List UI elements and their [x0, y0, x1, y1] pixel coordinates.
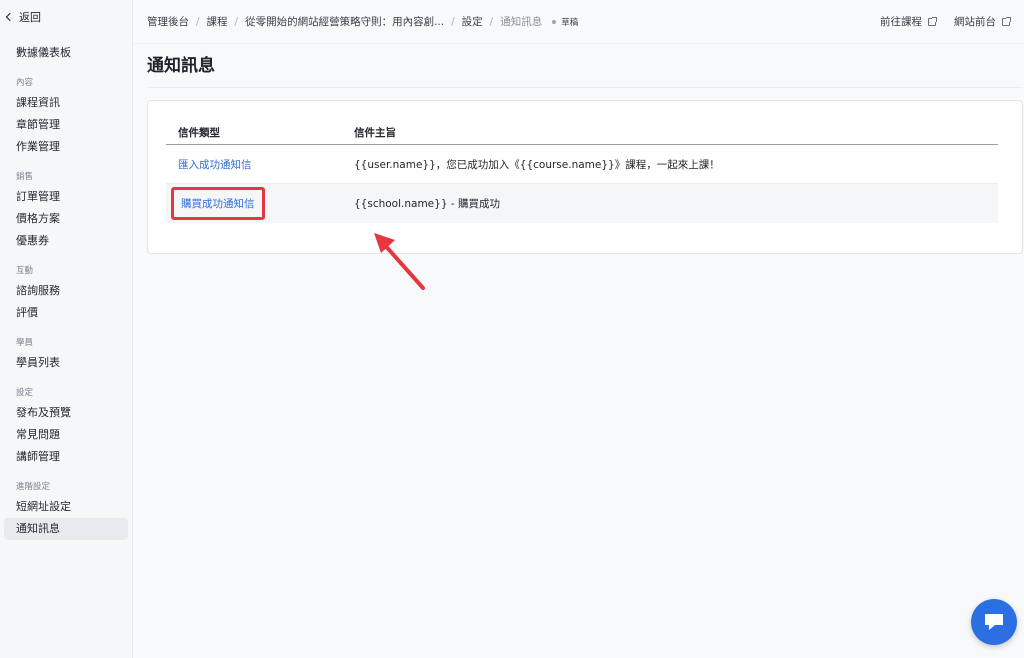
- title-divider: [147, 87, 1022, 88]
- status-badge: 草稿: [552, 16, 578, 28]
- main-content: 管理後台 / 課程 / 從零開始的網站經營策略守則：用內容創... / 設定 /…: [133, 0, 1024, 658]
- sidebar-item-course-info[interactable]: 課程資訊: [4, 92, 128, 114]
- sidebar-section-students: 學員: [16, 338, 34, 348]
- table-header: 信件類型 信件主旨: [166, 121, 998, 145]
- external-link-icon: [1002, 16, 1011, 26]
- sidebar-item-coupons[interactable]: 優惠券: [4, 230, 128, 252]
- app: 返回 數據儀表板 內容 課程資訊 章節管理 作業管理 銷售 訂單管理 價格方案 …: [0, 0, 1024, 658]
- breadcrumb-separator: /: [234, 15, 239, 28]
- sidebar-item-assignments[interactable]: 作業管理: [4, 136, 128, 158]
- arrow-icon: [374, 233, 425, 290]
- page-title: 通知訊息: [147, 56, 215, 76]
- go-to-course-label: 前往課程: [880, 16, 922, 28]
- breadcrumb-current: 通知訊息: [500, 16, 543, 28]
- table-row: 匯入成功通知信 {{user.name}}，您已成功加入《{{course.na…: [166, 145, 998, 184]
- notification-table: 信件類型 信件主旨 匯入成功通知信 {{user.name}}，您已成功加入《{…: [166, 121, 998, 223]
- breadcrumb-separator: /: [196, 15, 200, 28]
- sidebar-section-settings: 設定: [16, 388, 34, 398]
- breadcrumb-settings[interactable]: 設定: [462, 14, 483, 29]
- status-dot-icon: [552, 19, 557, 24]
- breadcrumb-separator: /: [451, 15, 455, 28]
- highlight-box: 購買成功通知信: [171, 187, 265, 220]
- sidebar-nav: 數據儀表板 內容 課程資訊 章節管理 作業管理 銷售 訂單管理 價格方案 優惠券…: [0, 42, 132, 540]
- sidebar-section-sales: 銷售: [16, 172, 34, 182]
- row-subject-cell: {{user.name}}，您已成功加入《{{course.name}}》課程，…: [354, 158, 720, 171]
- sidebar-item-consulting[interactable]: 諮詢服務: [4, 280, 128, 302]
- chat-bubble-icon: [985, 614, 1003, 630]
- site-frontend-label: 網站前台: [954, 16, 996, 28]
- back-label: 返回: [19, 11, 41, 24]
- top-bar: 管理後台 / 課程 / 從零開始的網站經營策略守則：用內容創... / 設定 /…: [133, 0, 1024, 44]
- sidebar-item-instructors[interactable]: 講師管理: [4, 446, 128, 468]
- sidebar-section-content: 內容: [16, 78, 34, 88]
- purchase-success-mail-link[interactable]: 購買成功通知信: [181, 198, 255, 210]
- breadcrumb-admin[interactable]: 管理後台: [147, 14, 189, 29]
- sidebar-item-notifications[interactable]: 通知訊息: [4, 518, 128, 540]
- row-type-cell: 購買成功通知信: [166, 187, 354, 220]
- sidebar-item-orders[interactable]: 訂單管理: [4, 186, 128, 208]
- sidebar-section-advanced: 進階設定: [16, 482, 51, 492]
- notification-card: 信件類型 信件主旨 匯入成功通知信 {{user.name}}，您已成功加入《{…: [147, 100, 1023, 254]
- header-mail-subject: 信件主旨: [354, 127, 396, 139]
- sidebar-item-faq[interactable]: 常見問題: [4, 424, 128, 446]
- go-to-course-link[interactable]: 前往課程: [880, 14, 937, 29]
- row-type-cell: 匯入成功通知信: [166, 157, 354, 172]
- table-row: 購買成功通知信 {{school.name}} - 購買成功: [166, 184, 998, 223]
- breadcrumb-course-name[interactable]: 從零開始的網站經營策略守則：用內容創...: [245, 14, 444, 29]
- back-button[interactable]: 返回: [0, 8, 132, 26]
- sidebar-item-publish[interactable]: 發布及預覽: [4, 402, 128, 424]
- top-links: 前往課程 網站前台: [880, 14, 1011, 29]
- status-label: 草稿: [561, 17, 579, 28]
- row-subject-cell: {{school.name}} - 購買成功: [354, 198, 500, 210]
- sidebar-item-student-list[interactable]: 學員列表: [4, 352, 128, 374]
- sidebar-item-short-url[interactable]: 短網址設定: [4, 496, 128, 518]
- site-frontend-link[interactable]: 網站前台: [954, 14, 1011, 29]
- sidebar-item-dashboard[interactable]: 數據儀表板: [4, 42, 128, 64]
- breadcrumb-separator: /: [489, 15, 494, 28]
- sidebar: 返回 數據儀表板 內容 課程資訊 章節管理 作業管理 銷售 訂單管理 價格方案 …: [0, 0, 133, 658]
- sidebar-item-reviews[interactable]: 評價: [4, 302, 128, 324]
- sidebar-section-interaction: 互動: [16, 266, 34, 276]
- import-success-mail-link[interactable]: 匯入成功通知信: [178, 159, 252, 171]
- breadcrumb: 管理後台 / 課程 / 從零開始的網站經營策略守則：用內容創... / 設定 /…: [147, 14, 578, 29]
- sidebar-item-chapters[interactable]: 章節管理: [4, 114, 128, 136]
- chevron-left-icon: [5, 12, 15, 22]
- breadcrumb-courses[interactable]: 課程: [207, 14, 228, 29]
- sidebar-item-pricing[interactable]: 價格方案: [4, 208, 128, 230]
- external-link-icon: [928, 16, 937, 26]
- chat-button[interactable]: [971, 599, 1017, 645]
- header-mail-type: 信件類型: [178, 127, 220, 139]
